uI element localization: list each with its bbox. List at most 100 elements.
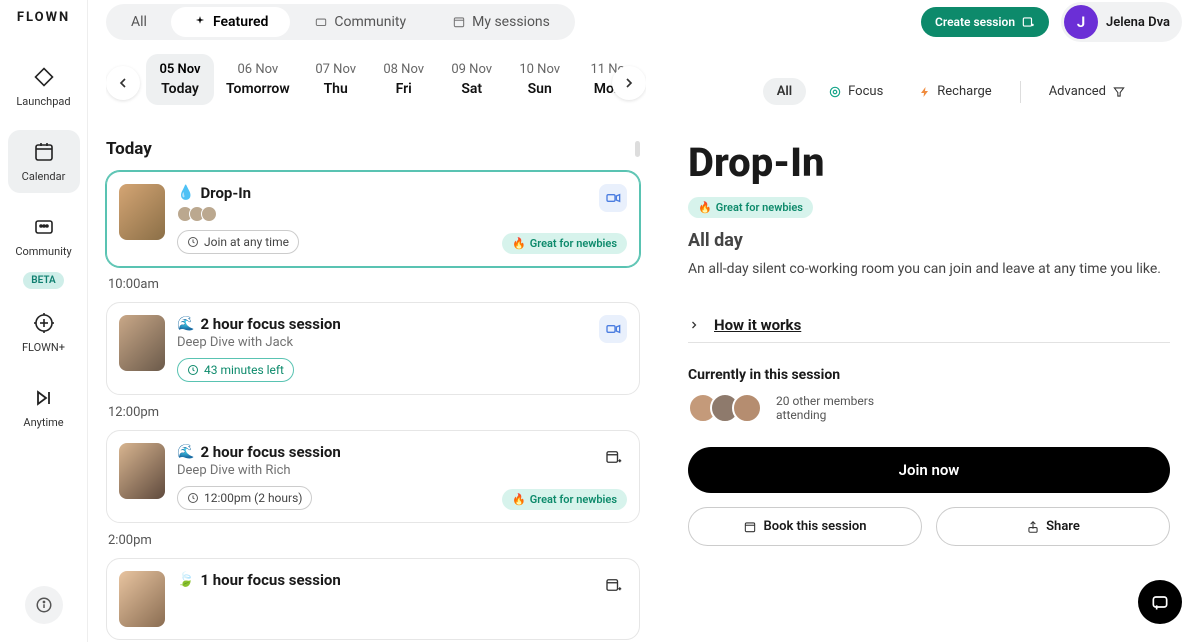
nav-community[interactable]: Community — [8, 205, 80, 268]
target-icon — [828, 85, 842, 99]
date-cell[interactable]: 06 Nov Tomorrow — [214, 54, 302, 105]
video-icon-button[interactable] — [599, 184, 627, 212]
date-num: 09 Nov — [451, 62, 492, 77]
date-prev-button[interactable] — [106, 66, 140, 100]
calendar-icon — [32, 140, 56, 164]
scroll-indicator — [635, 141, 640, 157]
main: All Featured Community My sessions Creat… — [88, 0, 1200, 642]
filter-icon — [1112, 85, 1126, 99]
video-icon-button[interactable] — [599, 315, 627, 343]
filter-label: Focus — [848, 84, 883, 99]
drop-icon: 💧 — [177, 185, 194, 201]
avatar — [732, 393, 762, 423]
date-num: 05 Nov — [159, 62, 200, 77]
nav-launchpad[interactable]: Launchpad — [8, 55, 80, 118]
badge-text: Great for newbies — [716, 201, 803, 214]
nav-calendar[interactable]: Calendar — [8, 130, 80, 193]
group-icon — [314, 15, 328, 29]
card-title-text: 2 hour focus session — [200, 315, 340, 333]
tab-all[interactable]: All — [109, 7, 169, 37]
filter-advanced[interactable]: Advanced — [1035, 78, 1140, 105]
nav-label: Community — [15, 245, 71, 258]
chevron-right-icon — [688, 319, 700, 331]
topbar-right: Create session J Jelena Dva — [921, 2, 1182, 42]
filter-row: All Focus Recharge Advanced — [658, 78, 1170, 105]
clock-icon — [187, 492, 199, 504]
schedule-panel[interactable]: Today 💧Drop-In Join at any time 🔥 — [88, 129, 658, 642]
date-num: 06 Nov — [237, 62, 278, 77]
share-icon — [1026, 520, 1040, 534]
filter-label: Advanced — [1049, 84, 1106, 99]
session-thumb — [119, 443, 165, 499]
sparkle-icon — [193, 15, 207, 29]
date-label: Sun — [528, 81, 552, 97]
tab-featured[interactable]: Featured — [171, 7, 290, 37]
date-cell[interactable]: 10 NovSun — [506, 54, 574, 105]
tab-mysessions[interactable]: My sessions — [430, 7, 572, 37]
info-button[interactable] — [25, 586, 63, 624]
nav-label: Launchpad — [16, 95, 70, 108]
filter-label: Recharge — [937, 84, 991, 99]
date-cell[interactable]: 09 NovSat — [438, 54, 506, 105]
user-name: Jelena Dva — [1106, 15, 1170, 30]
logo: FLOWN — [17, 10, 70, 25]
session-card-focus3[interactable]: 🍃1 hour focus session — [106, 558, 640, 640]
calendar-plus-icon — [1021, 15, 1035, 29]
play-next-icon — [32, 386, 56, 410]
how-it-works-toggle[interactable]: How it works — [688, 308, 1170, 343]
card-title-text: Drop-In — [200, 184, 251, 202]
newbie-badge: 🔥 Great for newbies — [688, 197, 813, 218]
time-left-pill: 43 minutes left — [177, 358, 294, 382]
share-button[interactable]: Share — [936, 507, 1170, 546]
section-title-text: Today — [106, 139, 152, 159]
add-calendar-button[interactable] — [599, 443, 627, 471]
attendee-avatars — [177, 206, 627, 222]
user-menu[interactable]: J Jelena Dva — [1061, 2, 1182, 42]
all-day-label: All day — [688, 230, 1170, 251]
time-label: 2:00pm — [108, 533, 640, 548]
filter-recharge[interactable]: Recharge — [905, 78, 1005, 105]
currently-label: Currently in this session — [688, 367, 1170, 383]
date-label: Tomorrow — [226, 81, 290, 97]
session-card-focus1[interactable]: 🌊2 hour focus session Deep Dive with Jac… — [106, 302, 640, 395]
leaf-icon: 🍃 — [177, 572, 194, 588]
detail-panel: Drop-In 🔥 Great for newbies All day An a… — [658, 129, 1200, 642]
filter-label: All — [777, 84, 792, 99]
calendar-small-icon — [452, 15, 466, 29]
date-label: Today — [161, 81, 199, 97]
date-label: Thu — [324, 81, 348, 97]
nav-flownplus[interactable]: FLOWN+ — [8, 301, 80, 364]
book-session-button[interactable]: Book this session — [688, 507, 922, 546]
date-next-button[interactable] — [612, 66, 646, 100]
add-calendar-button[interactable] — [599, 571, 627, 599]
tab-label: All — [131, 14, 147, 30]
tabs: All Featured Community My sessions — [106, 4, 575, 40]
chat-fab[interactable] — [1138, 580, 1182, 624]
clock-icon — [187, 364, 199, 376]
date-cell-today[interactable]: 05 Nov Today — [146, 54, 214, 105]
create-session-button[interactable]: Create session — [921, 7, 1049, 37]
join-anytime-pill: Join at any time — [177, 230, 299, 254]
tab-label: My sessions — [472, 14, 550, 30]
date-num: 07 Nov — [315, 62, 356, 77]
date-label: Fri — [396, 81, 412, 97]
session-card-focus2[interactable]: 🌊2 hour focus session Deep Dive with Ric… — [106, 430, 640, 523]
date-strip: 05 Nov Today 06 Nov Tomorrow 07 Nov Thu 08… — [106, 54, 646, 105]
tab-label: Community — [334, 14, 406, 30]
newbie-badge: 🔥 Great for newbies — [502, 489, 627, 510]
join-now-button[interactable]: Join now — [688, 447, 1170, 493]
action-row: Book this session Share — [688, 507, 1170, 546]
sidebar: FLOWN Launchpad Calendar Community BETA … — [0, 0, 88, 642]
nav-anytime[interactable]: Anytime — [8, 376, 80, 439]
badge-text: Great for newbies — [530, 493, 617, 506]
date-cell[interactable]: 08 NovFri — [370, 54, 438, 105]
session-thumb — [119, 184, 165, 240]
filter-focus[interactable]: Focus — [814, 78, 897, 105]
filter-all[interactable]: All — [763, 78, 806, 105]
calendar-icon — [743, 520, 757, 534]
community-icon — [32, 215, 56, 239]
date-cell[interactable]: 07 Nov Thu — [302, 54, 370, 105]
tab-community[interactable]: Community — [292, 7, 428, 37]
session-card-dropin[interactable]: 💧Drop-In Join at any time 🔥 Great for ne… — [106, 171, 640, 267]
user-avatar: J — [1064, 5, 1098, 39]
